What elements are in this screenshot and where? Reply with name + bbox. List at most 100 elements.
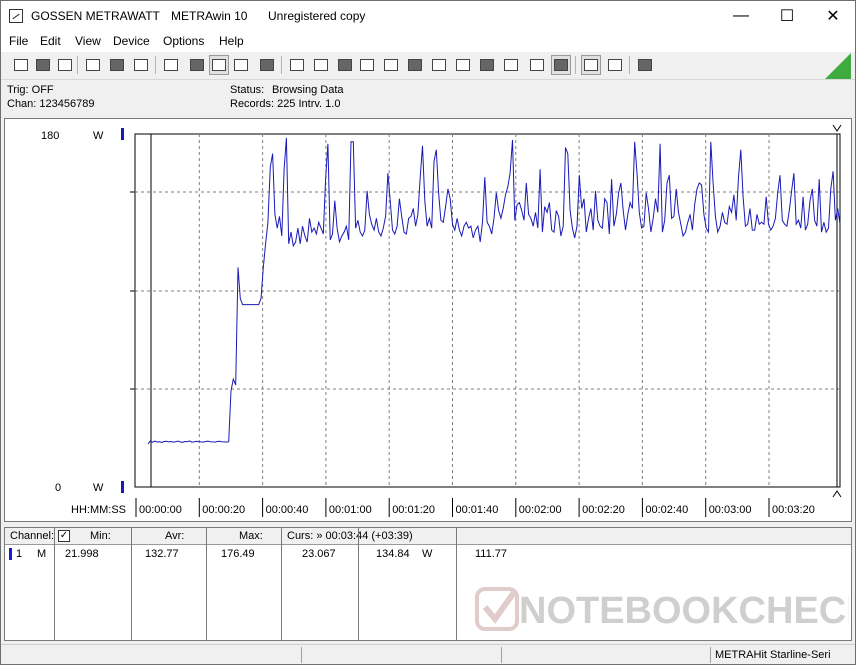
x-tick-label: 00:01:40 (456, 504, 499, 516)
application-window: GOSSEN METRAWATT METRAwin 10 Unregistere… (0, 0, 856, 665)
bar-graph-icon[interactable] (257, 55, 277, 75)
paste-icon-glyph (164, 59, 178, 71)
brand-logo-icon (825, 53, 851, 79)
save-as-icon[interactable] (55, 55, 75, 75)
print-preview-icon[interactable] (107, 55, 127, 75)
notebookcheck-watermark: NOTEBOOKCHECK (475, 587, 849, 632)
open-file-icon[interactable] (11, 55, 31, 75)
table-icon[interactable] (335, 55, 355, 75)
row-cursor-1: 23.067 (302, 548, 336, 560)
printer-setup-icon-glyph (554, 59, 568, 71)
record-icon[interactable] (501, 55, 521, 75)
printer-icon[interactable] (527, 55, 547, 75)
signal-icon-glyph (408, 59, 422, 71)
toolbar-separator (281, 56, 282, 74)
x-tick-label: 00:00:00 (139, 504, 182, 516)
menu-file[interactable]: File (9, 34, 28, 48)
save-icon[interactable] (33, 55, 53, 75)
zoom-wave-icon[interactable] (605, 55, 625, 75)
paste-icon[interactable] (161, 55, 181, 75)
column-divider (281, 528, 282, 640)
toolbar-separator (575, 56, 576, 74)
printer-setup-icon[interactable] (551, 55, 571, 75)
menu-options[interactable]: Options (163, 34, 204, 48)
wave-icon-glyph (456, 59, 470, 71)
channel-status: Chan: 123456789 (7, 98, 95, 110)
power-chart[interactable]: 00:00:00 00:00:20 00:00:40 00:01:00 00:01:20… (5, 119, 851, 521)
column-divider (206, 528, 207, 640)
folder-icon[interactable] (83, 55, 103, 75)
comment-icon[interactable] (635, 55, 655, 75)
row-max: 176.49 (221, 548, 255, 560)
status-label: Status: (230, 84, 265, 96)
function-icon[interactable] (381, 55, 401, 75)
settings-icon[interactable] (477, 55, 497, 75)
wave-icon[interactable] (453, 55, 473, 75)
row-min: 21.998 (65, 548, 99, 560)
y-scale-top-marker[interactable] (121, 128, 124, 140)
comment-icon-glyph (638, 59, 652, 71)
list-icon[interactable] (187, 55, 207, 75)
header-cursor: Curs: » 00:03:44 (+03:39) (287, 530, 413, 542)
y-scale-bottom-marker[interactable] (121, 481, 124, 493)
monitor-icon-glyph (360, 59, 374, 71)
copy-icon-glyph (134, 59, 148, 71)
menu-device[interactable]: Device (113, 34, 150, 48)
crosshair-icon[interactable] (231, 55, 251, 75)
row-cursor-2: 134.84 (376, 548, 410, 560)
menu-bar: File Edit View Device Options Help (1, 31, 855, 52)
statusbar-divider (301, 647, 302, 663)
zoom-icon-glyph (584, 59, 598, 71)
row-unit: W (422, 548, 433, 560)
minimize-button[interactable]: — (718, 1, 764, 31)
toolbar-separator (629, 56, 630, 74)
header-max: Max: (239, 530, 263, 542)
title-bar: GOSSEN METRAWATT METRAwin 10 Unregistere… (1, 1, 855, 31)
settings-icon-glyph (480, 59, 494, 71)
copy-icon[interactable] (131, 55, 151, 75)
toolbar-separator (155, 56, 156, 74)
column-divider (131, 528, 132, 640)
maximize-button[interactable]: ☐ (764, 1, 810, 31)
toolbar-separator (77, 56, 78, 74)
close-button[interactable]: ✕ (810, 1, 856, 31)
x-tick-label: 00:02:00 (519, 504, 562, 516)
column-divider (54, 528, 55, 640)
export-icon[interactable] (311, 55, 331, 75)
x-tick-label: 00:01:20 (392, 504, 435, 516)
row-channel-number[interactable]: 1 (16, 548, 22, 560)
x-tick-label: 00:01:00 (329, 504, 372, 516)
zoom-icon[interactable] (581, 55, 601, 75)
plot-area (134, 133, 841, 488)
row-mode: M (37, 548, 47, 560)
sine-icon[interactable] (429, 55, 449, 75)
status-area: Trig: OFF Chan: 123456789 Status: Browsi… (1, 81, 855, 115)
watermark-check-icon (475, 587, 519, 631)
channel-checkbox[interactable]: ✓ (58, 530, 70, 542)
x-tick-label: 00:00:40 (266, 504, 309, 516)
print-preview-icon-glyph (110, 59, 124, 71)
list-icon-glyph (190, 59, 204, 71)
bar-graph-icon-glyph (260, 59, 274, 71)
chart-panel[interactable]: 00:00:00 00:00:20 00:00:40 00:01:00 00:01:20… (4, 118, 852, 522)
table-icon-glyph (338, 59, 352, 71)
y-unit-top: W (93, 130, 104, 142)
x-axis-title: HH:MM:SS (71, 504, 126, 516)
menu-view[interactable]: View (75, 34, 101, 48)
menu-edit[interactable]: Edit (40, 34, 61, 48)
title-vendor: GOSSEN METRAWATT (31, 9, 160, 23)
transfer-icon[interactable] (287, 55, 307, 75)
statusbar-divider (501, 647, 502, 663)
record-icon-glyph (504, 59, 518, 71)
signal-icon[interactable] (405, 55, 425, 75)
graph-mode-icon[interactable] (209, 55, 229, 75)
app-icon (9, 9, 23, 23)
monitor-icon[interactable] (357, 55, 377, 75)
statusbar-divider (710, 647, 711, 663)
toolbar (1, 52, 855, 80)
x-tick-label: 00:03:00 (709, 504, 752, 516)
function-icon-glyph (384, 59, 398, 71)
title-license: Unregistered copy (268, 9, 366, 23)
header-avr: Avr: (165, 530, 185, 542)
menu-help[interactable]: Help (219, 34, 244, 48)
